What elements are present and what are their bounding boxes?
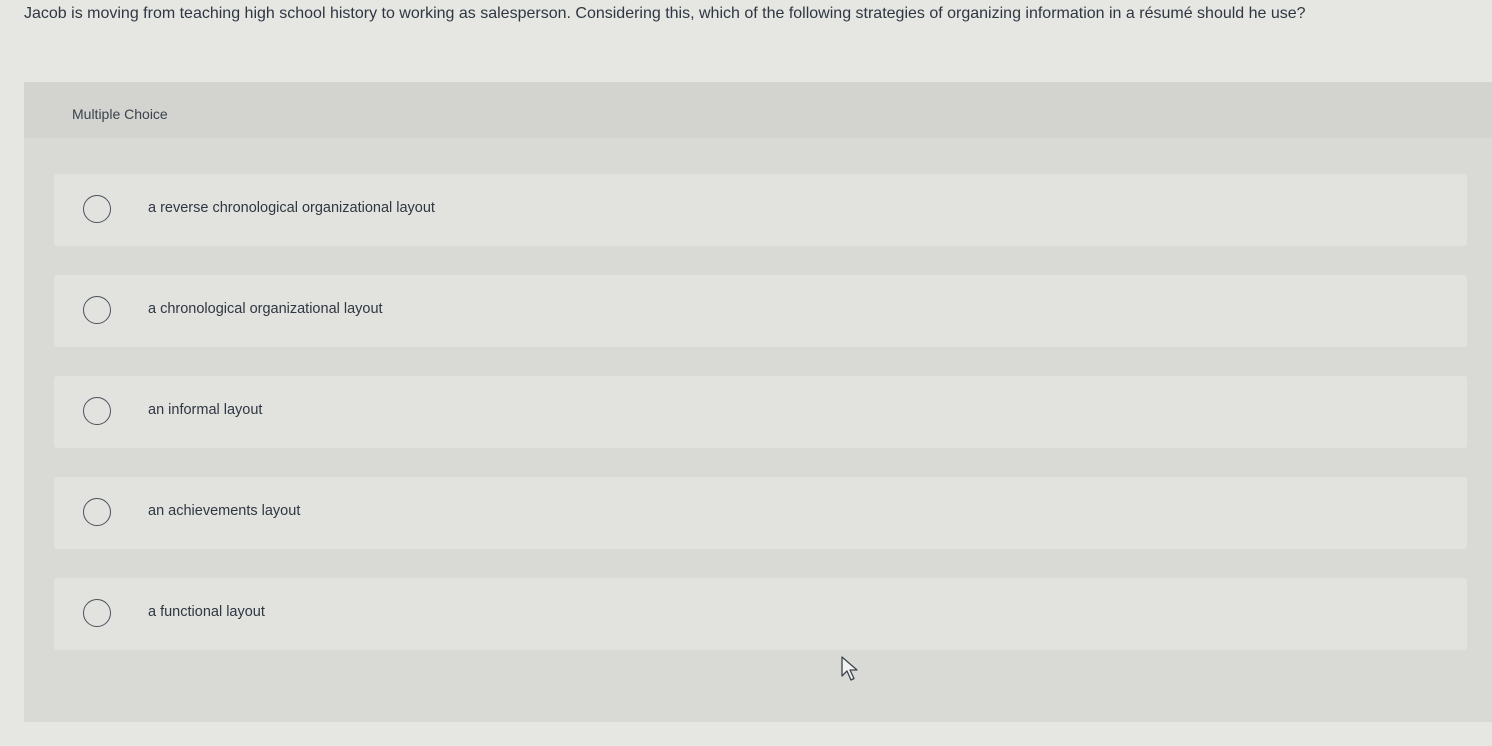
radio-button[interactable] xyxy=(83,498,111,526)
answer-option-label: an achievements layout xyxy=(148,503,301,519)
panel-header: Multiple Choice xyxy=(24,82,1492,138)
answer-option[interactable]: an informal layout xyxy=(54,376,1467,448)
answer-option[interactable]: a chronological organizational layout xyxy=(54,275,1467,347)
answer-option[interactable]: a reverse chronological organizational l… xyxy=(54,174,1467,246)
answer-option-label: a reverse chronological organizational l… xyxy=(148,200,435,216)
answer-options: a reverse chronological organizational l… xyxy=(54,174,1467,679)
answer-option[interactable]: a functional layout xyxy=(54,578,1467,650)
mouse-pointer-icon xyxy=(841,656,858,681)
answer-option[interactable]: an achievements layout xyxy=(54,477,1467,549)
radio-button[interactable] xyxy=(83,599,111,627)
multiple-choice-panel: Multiple Choice a reverse chronological … xyxy=(24,82,1492,722)
radio-button[interactable] xyxy=(83,397,111,425)
radio-button[interactable] xyxy=(83,296,111,324)
question-type-label: Multiple Choice xyxy=(72,106,168,122)
answer-option-label: a chronological organizational layout xyxy=(148,301,383,317)
answer-option-label: an informal layout xyxy=(148,402,263,418)
radio-button[interactable] xyxy=(83,195,111,223)
answer-option-label: a functional layout xyxy=(148,604,265,620)
question-text: Jacob is moving from teaching high schoo… xyxy=(24,5,1306,22)
